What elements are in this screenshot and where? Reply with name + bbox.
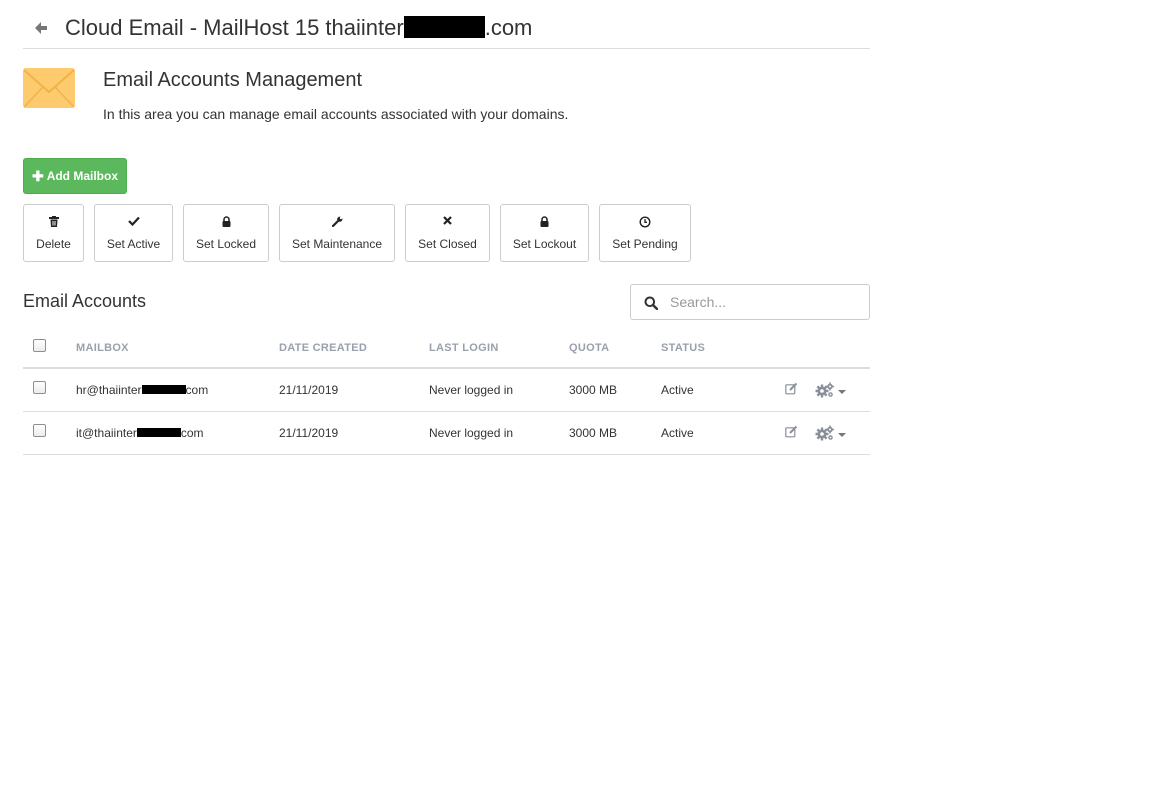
email-accounts-title: Email Accounts — [23, 291, 147, 311]
redaction-block — [141, 384, 186, 394]
date-created-cell: 21/11/2019 — [279, 383, 339, 397]
envelope-icon — [23, 68, 75, 108]
set-pending-button[interactable]: Set Pending — [599, 204, 691, 262]
mailbox-prefix: hr@thaiinter — [76, 383, 142, 397]
close-icon — [443, 216, 452, 225]
column-header-status[interactable]: STATUS — [661, 342, 705, 354]
table-row: hr@thaiinter com 21/11/2019 Never logged … — [23, 369, 870, 412]
gears-icon[interactable] — [815, 425, 835, 441]
chevron-down-icon[interactable] — [838, 390, 846, 394]
set-maintenance-button[interactable]: Set Maintenance — [279, 204, 395, 262]
delete-label: Delete — [36, 237, 71, 251]
trash-icon — [48, 216, 59, 227]
search-box — [630, 284, 870, 320]
check-icon — [127, 216, 140, 226]
select-all-checkbox[interactable] — [33, 339, 46, 352]
section-heading: Email Accounts Management — [103, 69, 363, 91]
row-checkbox[interactable] — [33, 381, 46, 394]
quota-cell: 3000 MB — [569, 426, 618, 440]
page-title: Cloud Email - MailHost 15 thaiinter .com — [65, 15, 532, 41]
table-row: it@thaiinter com 21/11/2019 Never logged … — [23, 412, 870, 455]
last-login-cell: Never logged in — [429, 426, 514, 440]
last-login-cell: Never logged in — [429, 383, 514, 397]
gears-icon[interactable] — [815, 382, 835, 398]
status-cell: Active — [661, 383, 694, 397]
mailbox-cell[interactable]: hr@thaiinter com — [76, 383, 208, 397]
wrench-icon — [331, 216, 342, 227]
redaction-block — [136, 427, 181, 437]
edit-icon[interactable] — [785, 382, 798, 395]
arrow-left-icon[interactable] — [33, 20, 49, 36]
set-active-label: Set Active — [106, 237, 161, 251]
lock-icon — [540, 216, 549, 227]
page-title-suffix: .com — [484, 15, 533, 40]
set-active-button[interactable]: Set Active — [94, 204, 173, 262]
add-mailbox-label: Add Mailbox — [46, 169, 119, 183]
row-checkbox[interactable] — [33, 424, 46, 437]
page-header: Cloud Email - MailHost 15 thaiinter .com — [23, 10, 870, 49]
set-locked-button[interactable]: Set Locked — [183, 204, 269, 262]
set-lockout-label: Set Lockout — [512, 237, 577, 251]
column-header-mailbox[interactable]: MAILBOX — [76, 342, 129, 354]
mailbox-suffix: com — [185, 383, 209, 397]
status-cell: Active — [661, 426, 694, 440]
set-closed-label: Set Closed — [418, 237, 477, 251]
search-input[interactable] — [670, 291, 860, 313]
section-description: In this area you can manage email accoun… — [103, 106, 569, 122]
mailbox-cell[interactable]: it@thaiinter com — [76, 426, 204, 440]
table-header: MAILBOX DATE CREATED LAST LOGIN QUOTA ST… — [23, 330, 870, 369]
lock-icon — [222, 216, 230, 227]
mailbox-suffix: com — [180, 426, 204, 440]
date-created-cell: 21/11/2019 — [279, 426, 339, 440]
redaction-block — [403, 16, 485, 39]
delete-button[interactable]: Delete — [23, 204, 84, 262]
mailbox-prefix: it@thaiinter — [76, 426, 137, 440]
edit-icon[interactable] — [785, 425, 798, 438]
set-pending-label: Set Pending — [612, 237, 678, 251]
column-header-date-created[interactable]: DATE CREATED — [279, 342, 367, 354]
set-locked-label: Set Locked — [195, 237, 257, 251]
plus-icon: ✚ — [31, 167, 44, 184]
column-header-last-login[interactable]: LAST LOGIN — [429, 342, 499, 354]
clock-icon — [639, 216, 651, 228]
column-header-quota[interactable]: QUOTA — [569, 342, 609, 354]
set-lockout-button[interactable]: Set Lockout — [500, 204, 589, 262]
add-mailbox-button[interactable]: ✚ Add Mailbox — [23, 158, 127, 194]
set-maintenance-label: Set Maintenance — [291, 237, 383, 251]
quota-cell: 3000 MB — [569, 383, 618, 397]
page-title-prefix: Cloud Email - MailHost 15 thaiinter — [65, 15, 404, 40]
set-closed-button[interactable]: Set Closed — [405, 204, 490, 262]
search-icon — [644, 296, 658, 310]
chevron-down-icon[interactable] — [838, 433, 846, 437]
